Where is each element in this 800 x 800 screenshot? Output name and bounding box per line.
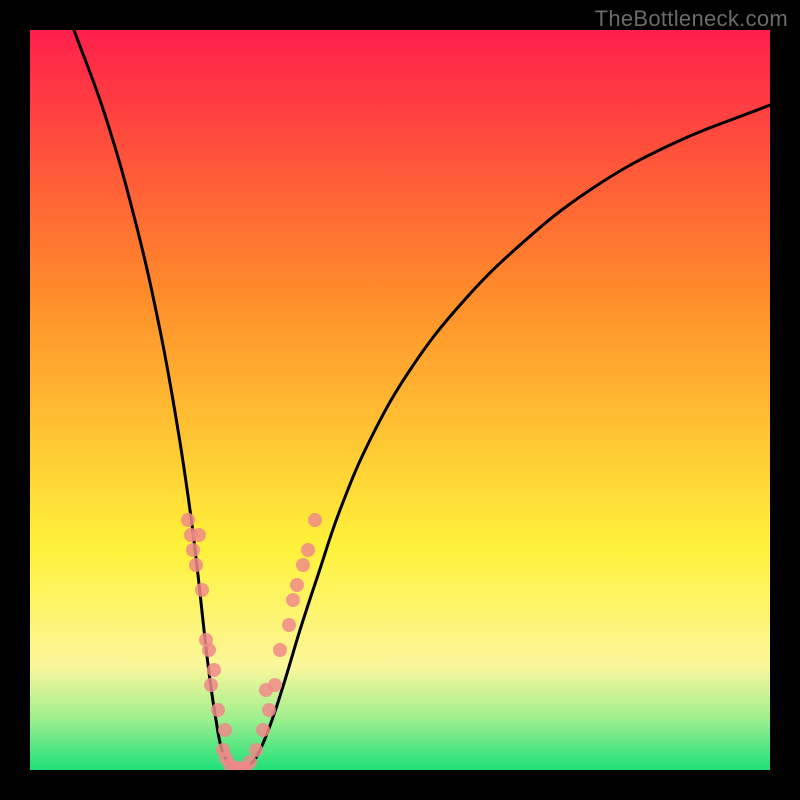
sample-dot (243, 755, 257, 769)
sample-dot (262, 703, 276, 717)
sample-dot (186, 543, 200, 557)
sample-dot (256, 723, 270, 737)
plot-area (30, 30, 770, 770)
sample-dot (273, 643, 287, 657)
sample-dot (202, 643, 216, 657)
sample-dot (286, 593, 300, 607)
sample-dot (282, 618, 296, 632)
sample-dot (207, 663, 221, 677)
sample-dot (181, 513, 195, 527)
sample-dot (195, 583, 209, 597)
sample-dot (192, 528, 206, 542)
sample-dot (301, 543, 315, 557)
sample-dot (211, 703, 225, 717)
sample-dot (290, 578, 304, 592)
sample-dot (308, 513, 322, 527)
sample-dots-group (181, 513, 322, 770)
sample-dot (249, 743, 263, 757)
bottleneck-curve (74, 30, 770, 770)
sample-dot (268, 678, 282, 692)
figure-frame: TheBottleneck.com (0, 0, 800, 800)
sample-dot (296, 558, 310, 572)
sample-dot (218, 723, 232, 737)
sample-dot (189, 558, 203, 572)
sample-dot (204, 678, 218, 692)
curve-layer (30, 30, 770, 770)
watermark-text: TheBottleneck.com (595, 6, 788, 32)
